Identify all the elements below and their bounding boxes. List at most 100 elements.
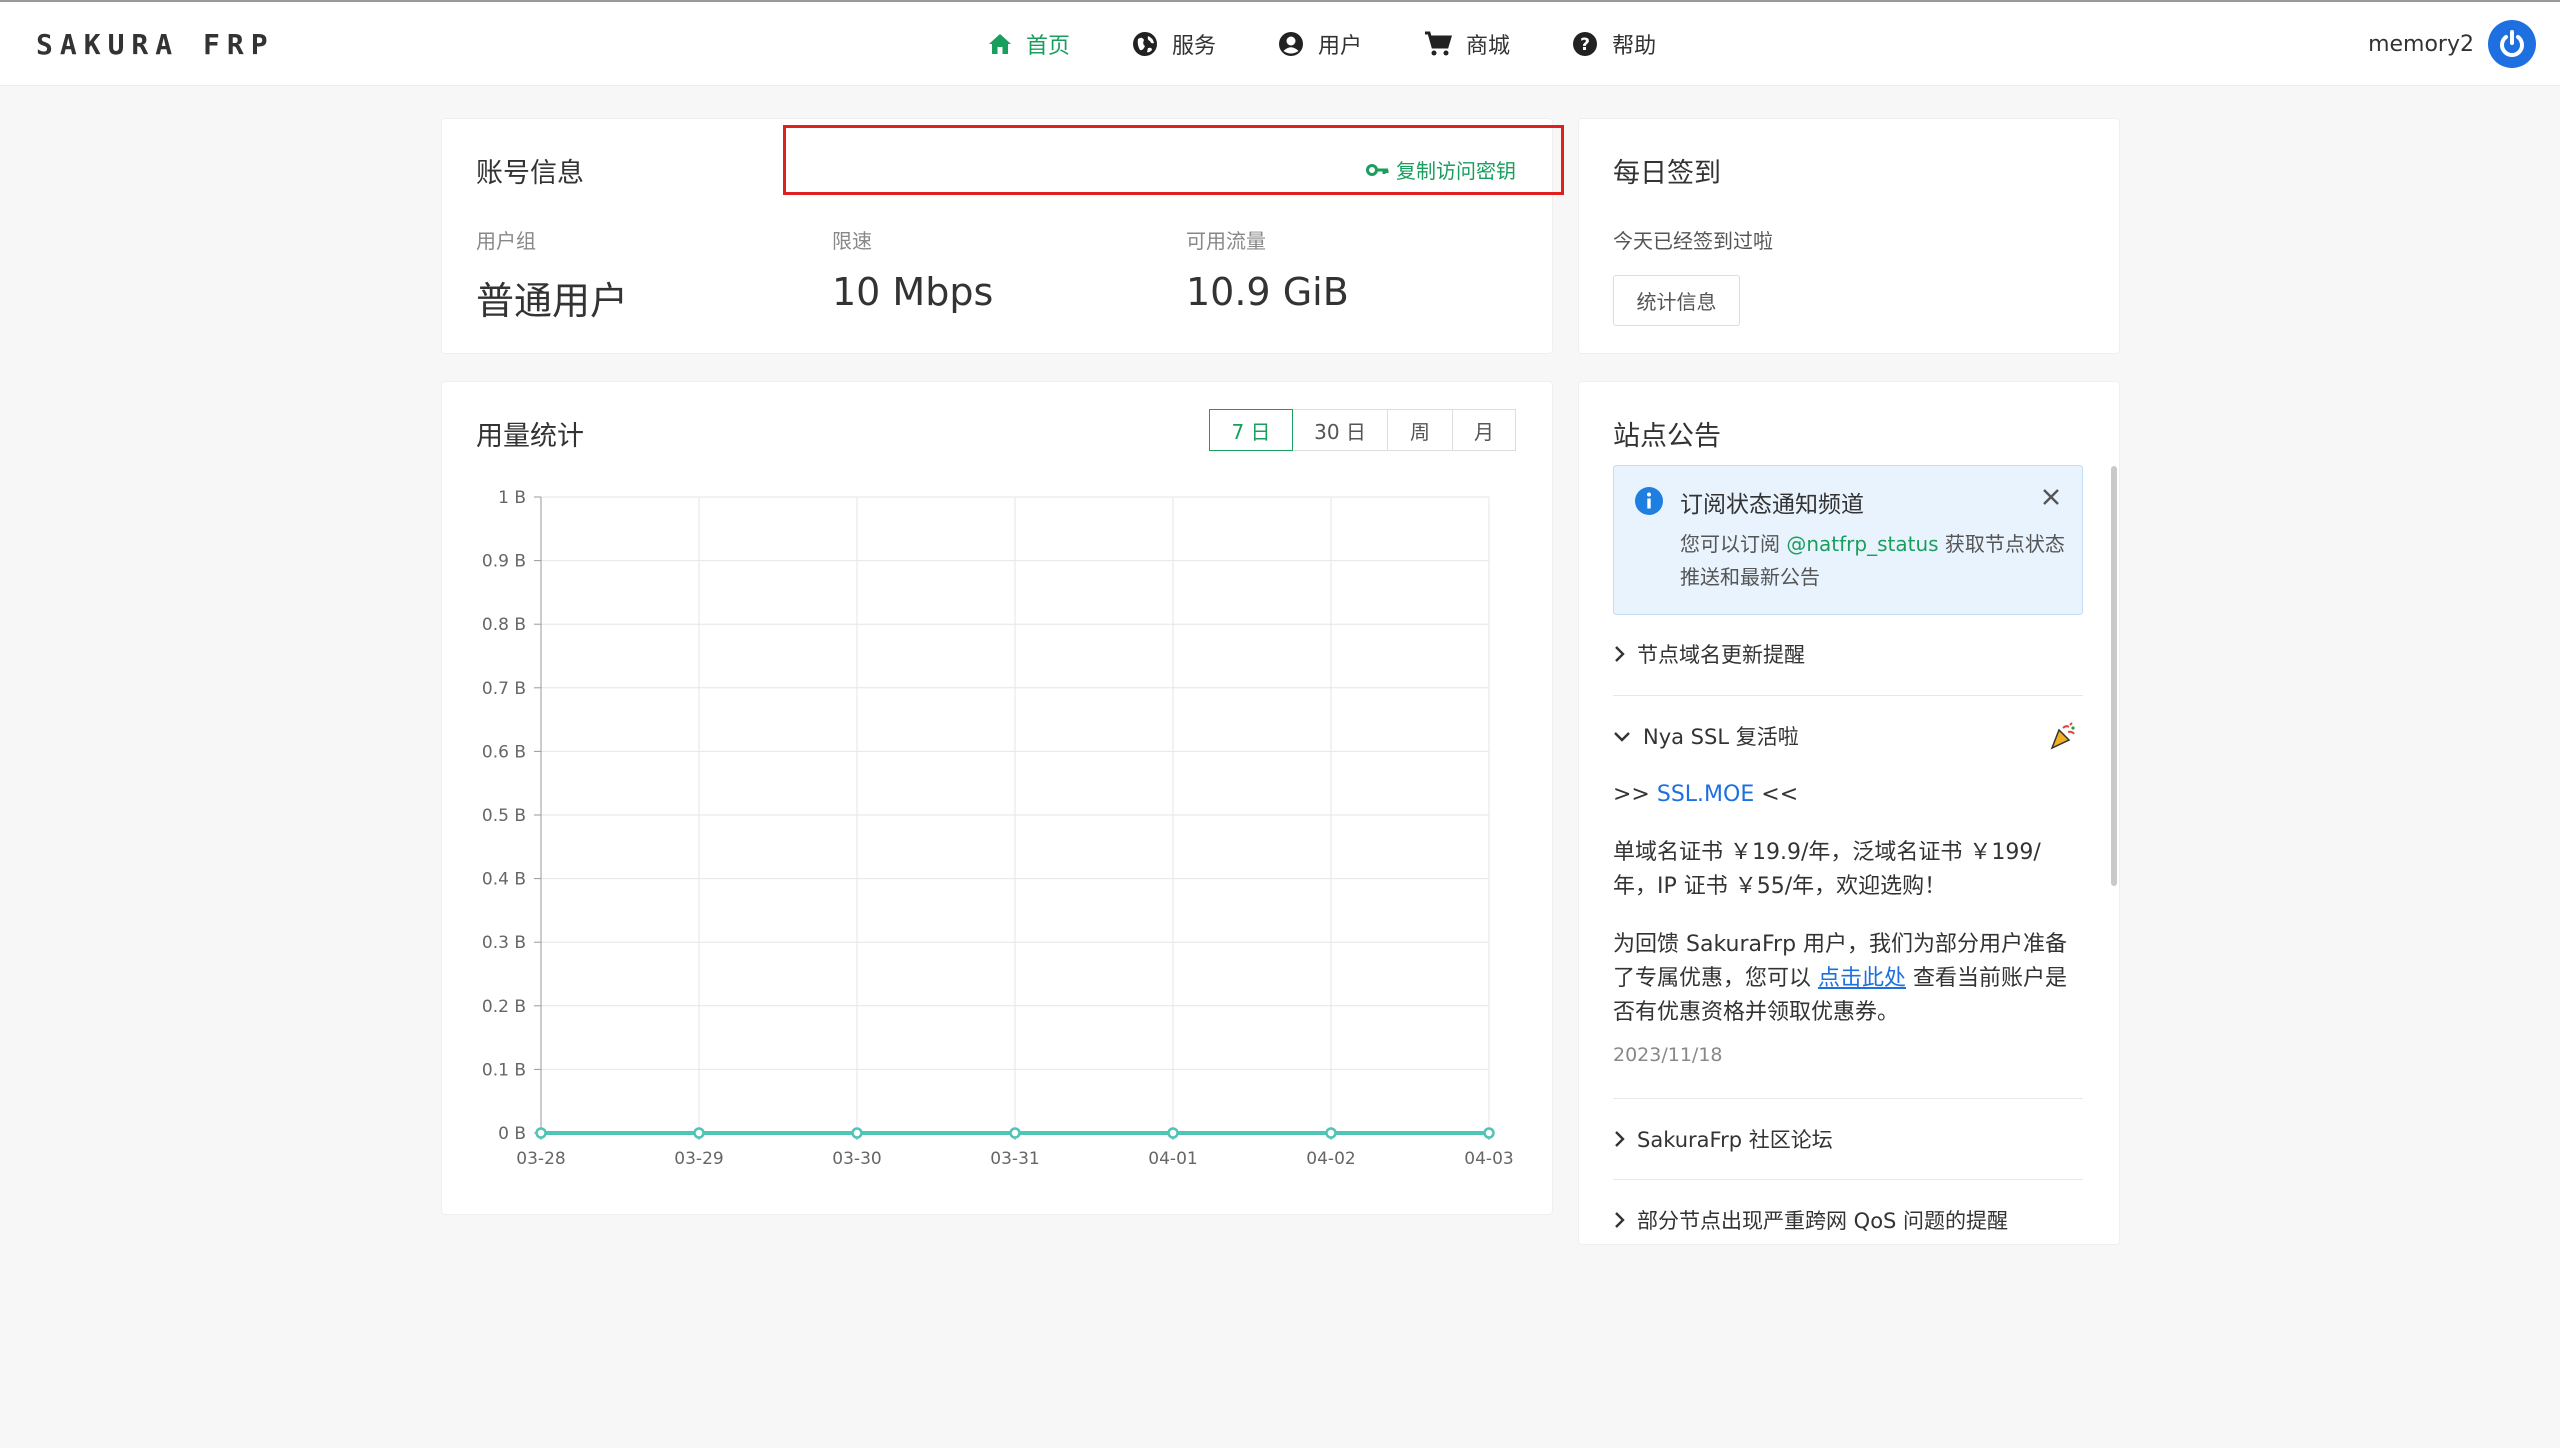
alert-title: 订阅状态通知频道 — [1680, 492, 1864, 518]
stat-label: 可用流量 — [1186, 229, 1266, 253]
notice-item-nya-ssl[interactable]: Nya SSL 复活啦 — [1613, 721, 2083, 751]
subscribe-alert: 订阅状态通知频道 您可以订阅 @natfrp_status 获取节点状态推送和最… — [1613, 465, 2083, 615]
nav-item-home[interactable]: 首页 — [988, 26, 1070, 62]
close-icon[interactable] — [2042, 488, 2060, 510]
stat-value: 10 Mbps — [832, 270, 994, 314]
ssl-link-line: >> SSL.MOE << — [1613, 778, 2083, 812]
data-point — [1483, 1127, 1495, 1139]
y-tick-label: 0 B — [498, 1124, 526, 1144]
copy-access-key-label: 复制访问密钥 — [1396, 159, 1516, 183]
site-notice-card: 站点公告 订阅状态通知频道 您可以订阅 @natfrp_status 获取节点状… — [1578, 381, 2120, 1245]
y-tick-label: 0.9 B — [482, 552, 526, 572]
nav-item-label: 用户 — [1318, 34, 1363, 59]
stat-value: 10.9 GiB — [1186, 270, 1349, 314]
site-notice-title: 站点公告 — [1613, 421, 1721, 452]
notice-item-forum[interactable]: SakuraFrp 社区论坛 — [1613, 1124, 2083, 1154]
ssl-price-text: 单域名证书 ￥19.9/年，泛域名证书 ￥199/年，IP 证书 ￥55/年，欢… — [1613, 840, 2041, 899]
stat-available-traffic: 可用流量 10.9 GiB — [1186, 225, 1349, 314]
ssl-suffix: << — [1754, 782, 1799, 807]
home-icon — [988, 33, 1012, 55]
data-point — [1325, 1127, 1337, 1139]
y-tick-label: 0.4 B — [482, 870, 526, 890]
nav-item-label: 首页 — [1026, 34, 1071, 59]
y-tick-label: 0.5 B — [482, 806, 526, 826]
x-tick-label: 03-28 — [516, 1149, 565, 1169]
divider — [1613, 1179, 2083, 1180]
x-tick-label: 03-31 — [990, 1149, 1039, 1169]
account-info-title: 账号信息 — [476, 158, 584, 189]
svg-text:?: ? — [1580, 35, 1590, 55]
y-tick-label: 0.2 B — [482, 997, 526, 1017]
top-navbar: SAKURA FRP 首页 服务 用户 商城 ? 帮助 memory2 — [0, 0, 2560, 86]
copy-access-key-button[interactable]: 复制访问密钥 — [1366, 155, 1516, 184]
nav-item-services[interactable]: 服务 — [1132, 26, 1216, 62]
y-tick-label: 0.8 B — [482, 615, 526, 635]
party-popper-icon — [2049, 722, 2077, 754]
notice-item-label: Nya SSL 复活啦 — [1643, 725, 1799, 749]
divider — [1613, 695, 2083, 696]
y-tick-label: 0.6 B — [482, 742, 526, 762]
nav-item-user[interactable]: 用户 — [1278, 26, 1362, 62]
nav-item-help[interactable]: ? 帮助 — [1572, 26, 1656, 62]
notice-item-domain-update[interactable]: 节点域名更新提醒 — [1613, 639, 2083, 669]
usage-stats-card: 用量统计 7 日 30 日 周 月 0 B 0.1 B 0.2 B 0.3 B 0.4 … — [441, 381, 1553, 1215]
data-point — [535, 1127, 547, 1139]
notice-item-label: SakuraFrp 社区论坛 — [1637, 1128, 1833, 1152]
globe-icon — [1132, 31, 1158, 57]
ssl-promo-text: 为回馈 SakuraFrp 用户，我们为部分用户准备了专属优惠，您可以 点击此处… — [1613, 928, 2083, 1030]
chevron-right-icon — [1613, 645, 1625, 663]
notice-item-label: 节点域名更新提醒 — [1637, 643, 1805, 667]
usage-line-chart: 0 B 0.1 B 0.2 B 0.3 B 0.4 B 0.5 B 0.6 B 0.7 B 0.… — [482, 488, 1514, 1169]
data-point — [851, 1127, 863, 1139]
x-tick-label: 03-30 — [832, 1149, 881, 1169]
notice-date: 2023/11/18 — [1613, 1044, 1723, 1066]
y-tick-label: 1 B — [498, 488, 526, 508]
help-icon: ? — [1572, 31, 1598, 57]
stat-label: 用户组 — [476, 229, 536, 253]
y-tick-label: 0.1 B — [482, 1060, 526, 1080]
y-tick-label: 0.3 B — [482, 933, 526, 953]
main-nav: 首页 服务 用户 商城 ? 帮助 — [988, 26, 1656, 62]
account-info-card: 账号信息 复制访问密钥 用户组 普通用户 限速 10 Mbps 可用流量 10.… — [441, 118, 1564, 354]
chevron-right-icon — [1613, 1211, 1625, 1229]
avatar[interactable] — [2488, 20, 2536, 68]
checkin-status: 今天已经签到过啦 — [1613, 229, 1773, 253]
y-tick-label: 0.7 B — [482, 679, 526, 699]
daily-checkin-title: 每日签到 — [1613, 158, 1721, 189]
chevron-right-icon — [1613, 1130, 1625, 1148]
x-tick-label: 04-03 — [1464, 1149, 1513, 1169]
data-point — [1009, 1127, 1021, 1139]
promo-click-here-link[interactable]: 点击此处 — [1818, 966, 1906, 991]
user-menu[interactable]: memory2 — [2368, 20, 2536, 68]
x-tick-label: 04-02 — [1306, 1149, 1355, 1169]
cart-icon — [1424, 31, 1453, 57]
power-icon — [2500, 30, 2524, 57]
stat-label: 限速 — [832, 229, 872, 253]
divider — [1613, 1098, 2083, 1099]
site-logo[interactable]: SAKURA FRP — [36, 28, 275, 61]
scrollbar[interactable] — [2111, 466, 2117, 886]
data-point — [1167, 1127, 1179, 1139]
alert-body: 您可以订阅 @natfrp_status 获取节点状态推送和最新公告 — [1680, 528, 2072, 594]
telegram-handle-link[interactable]: @natfrp_status — [1786, 532, 1938, 556]
x-tick-label: 03-29 — [674, 1149, 723, 1169]
nav-item-label: 帮助 — [1612, 34, 1657, 59]
data-point — [693, 1127, 705, 1139]
notice-item-qos[interactable]: 部分节点出现严重跨网 QoS 问题的提醒 — [1613, 1205, 2083, 1235]
x-tick-label: 04-01 — [1148, 1149, 1197, 1169]
nav-item-shop[interactable]: 商城 — [1424, 26, 1510, 62]
range-tab-7d[interactable]: 7 日 — [1209, 409, 1293, 451]
key-icon — [1366, 163, 1389, 176]
ssl-prefix: >> — [1613, 782, 1657, 807]
ssl-moe-link[interactable]: SSL.MOE — [1657, 782, 1754, 807]
nav-item-label: 服务 — [1172, 34, 1217, 59]
alert-body-prefix: 您可以订阅 — [1680, 532, 1787, 556]
stat-speed-limit: 限速 10 Mbps — [832, 225, 993, 314]
daily-checkin-card: 每日签到 今天已经签到过啦 统计信息 — [1578, 118, 2120, 354]
info-icon — [1634, 486, 1664, 520]
username[interactable]: memory2 — [2368, 32, 2474, 57]
statistics-button[interactable]: 统计信息 — [1613, 275, 1740, 326]
stat-value: 普通用户 — [476, 279, 629, 323]
user-circle-icon — [1278, 31, 1304, 57]
nav-item-label: 商城 — [1466, 34, 1511, 59]
